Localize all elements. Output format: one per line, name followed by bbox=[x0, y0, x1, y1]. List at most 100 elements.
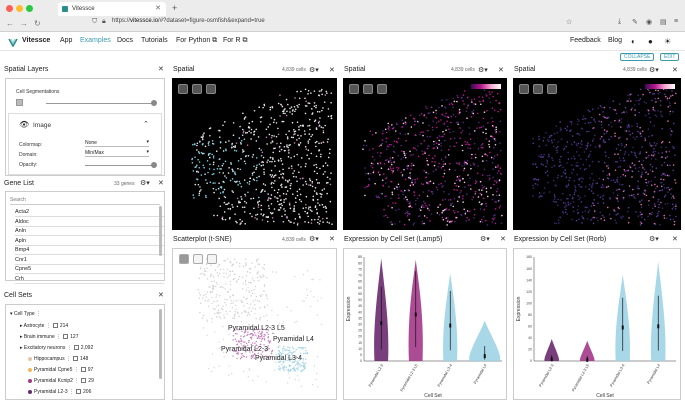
cell-set-checkbox[interactable] bbox=[81, 378, 87, 384]
scrollbar[interactable] bbox=[159, 206, 162, 256]
library-icon[interactable]: ▤ bbox=[660, 18, 667, 26]
cell-set-item[interactable]: ▸ Excitatory neurons ⋮ 2,092 bbox=[20, 345, 93, 351]
nav-docs[interactable]: Docs bbox=[117, 37, 133, 44]
dark-mode-icon[interactable]: ◐ bbox=[631, 37, 636, 46]
nav-for-r[interactable]: For R ⧉ bbox=[223, 37, 247, 45]
more-options-icon[interactable]: ⋮ bbox=[44, 323, 51, 329]
close-icon[interactable]: ✕ bbox=[498, 66, 504, 74]
close-icon[interactable]: ✕ bbox=[158, 291, 164, 299]
navigation-tool-icon[interactable] bbox=[179, 254, 189, 264]
tab-close-icon[interactable]: ✕ bbox=[155, 2, 161, 16]
gene-list-item[interactable]: Acta2 bbox=[15, 209, 164, 217]
gear-icon[interactable]: ⚙▾ bbox=[140, 179, 150, 187]
spatial-view-1[interactable] bbox=[172, 78, 337, 230]
close-icon[interactable]: ✕ bbox=[158, 65, 164, 73]
new-tab-button[interactable]: + bbox=[172, 3, 177, 13]
rectangle-select-icon[interactable] bbox=[547, 84, 557, 94]
download-icon[interactable]: ⤓ bbox=[618, 18, 621, 26]
scrollbar[interactable] bbox=[159, 309, 162, 379]
domain-select[interactable]: Min/Max ▾ bbox=[85, 149, 149, 157]
spatial-view-2[interactable] bbox=[343, 78, 507, 230]
cell-set-item[interactable]: Pyramidal L2-3 ⋮ 206 bbox=[28, 389, 91, 395]
slider-handle[interactable] bbox=[151, 162, 157, 168]
close-icon[interactable]: ✕ bbox=[329, 235, 335, 243]
navigation-tool-icon[interactable] bbox=[349, 84, 359, 94]
more-options-icon[interactable]: ⋮ bbox=[72, 367, 79, 373]
cell-set-item[interactable]: Hippocampus ⋮ 148 bbox=[28, 356, 88, 362]
close-window-button[interactable] bbox=[6, 5, 13, 12]
spatial-view-3[interactable] bbox=[513, 78, 681, 230]
lasso-tool-icon[interactable] bbox=[192, 84, 202, 94]
close-icon[interactable]: ✕ bbox=[672, 66, 678, 74]
gear-icon[interactable]: ⚙▾ bbox=[309, 66, 319, 74]
more-options-icon[interactable]: ⋮ bbox=[73, 378, 79, 384]
close-icon[interactable]: ✕ bbox=[158, 179, 164, 187]
nav-for-python[interactable]: For Python ⧉ bbox=[176, 37, 217, 45]
cell-set-item[interactable]: ▸ Astrocyte ⋮ 214 bbox=[20, 323, 68, 329]
github-icon[interactable]: ● bbox=[648, 37, 653, 46]
extensions-icon[interactable]: ✎ bbox=[632, 18, 638, 26]
browser-tab[interactable]: Vitessce ✕ bbox=[58, 2, 166, 16]
cell-set-checkbox[interactable] bbox=[80, 367, 86, 373]
gene-list-item[interactable]: Anln bbox=[15, 228, 164, 236]
cell-set-checkbox[interactable] bbox=[76, 389, 82, 395]
gear-icon[interactable]: ⚙▾ bbox=[480, 235, 490, 243]
cell-type-root[interactable]: ▾ Cell Type ⋮ bbox=[10, 311, 41, 317]
address-bar[interactable]: https://vitessce.io/#?dataset=figure-osm… bbox=[112, 18, 265, 24]
more-options-icon[interactable]: ⋮ bbox=[55, 334, 61, 340]
gene-list-item[interactable]: Apln bbox=[15, 238, 164, 246]
nav-feedback[interactable]: Feedback bbox=[570, 37, 601, 44]
lasso-tool-icon[interactable] bbox=[363, 84, 373, 94]
nav-tutorials[interactable]: Tutorials bbox=[141, 37, 168, 44]
more-options-icon[interactable]: ⋮ bbox=[65, 345, 72, 351]
gear-icon[interactable]: ⚙▾ bbox=[649, 235, 659, 243]
rectangle-select-icon[interactable] bbox=[377, 84, 387, 94]
segmentations-opacity-slider[interactable] bbox=[46, 103, 154, 104]
nav-app[interactable]: App bbox=[60, 37, 72, 44]
gene-list-item[interactable]: Cpne5 bbox=[15, 266, 164, 274]
gene-list-item[interactable]: Bmp4 bbox=[15, 247, 164, 255]
rectangle-select-icon[interactable] bbox=[207, 254, 217, 264]
gene-list-item[interactable]: Crh bbox=[15, 276, 164, 284]
more-options-icon[interactable]: ⋮ bbox=[65, 356, 71, 362]
gene-list-item[interactable]: Cnr1 bbox=[15, 257, 164, 265]
navigation-tool-icon[interactable] bbox=[178, 84, 188, 94]
cell-set-item[interactable]: Pyramidal Cpne5 ⋮ 97 bbox=[28, 367, 93, 373]
gear-icon[interactable]: ⚙▾ bbox=[478, 66, 488, 74]
nav-examples[interactable]: Examples bbox=[80, 37, 111, 44]
cell-set-checkbox[interactable] bbox=[63, 334, 69, 340]
close-icon[interactable]: ✕ bbox=[500, 235, 506, 243]
eye-icon[interactable]: 👁︎ bbox=[19, 120, 29, 129]
navigation-tool-icon[interactable] bbox=[519, 84, 529, 94]
segmentations-checkbox[interactable] bbox=[16, 99, 23, 106]
gear-icon[interactable]: ⚙▾ bbox=[309, 235, 319, 243]
cell-set-checkbox[interactable] bbox=[52, 323, 58, 329]
menu-icon[interactable]: ≡ bbox=[674, 18, 678, 25]
chevron-up-icon[interactable]: ⌃ bbox=[143, 120, 149, 128]
edit-button[interactable]: EDIT bbox=[660, 53, 680, 61]
cell-set-checkbox[interactable] bbox=[73, 345, 79, 351]
cell-set-item[interactable]: Pyramidal Kcnip2 ⋮ 29 bbox=[28, 378, 94, 384]
opacity-slider[interactable] bbox=[85, 165, 155, 166]
cell-set-checkbox[interactable] bbox=[72, 356, 78, 362]
gear-icon[interactable]: ⚙▾ bbox=[649, 66, 659, 74]
lasso-tool-icon[interactable] bbox=[533, 84, 543, 94]
back-arrow-icon[interactable]: ← bbox=[6, 19, 14, 28]
close-icon[interactable]: ✕ bbox=[672, 235, 678, 243]
minimize-window-button[interactable] bbox=[16, 5, 23, 12]
slider-handle[interactable] bbox=[151, 100, 157, 106]
reload-icon[interactable]: ↻ bbox=[34, 19, 41, 28]
collapse-button[interactable]: COLLAPSE bbox=[620, 53, 655, 61]
gene-search-input[interactable] bbox=[10, 195, 160, 205]
rectangle-select-icon[interactable] bbox=[206, 84, 216, 94]
close-icon[interactable]: ✕ bbox=[329, 66, 335, 74]
gene-list-item[interactable]: Aldoc bbox=[15, 219, 164, 227]
theme-sun-icon[interactable]: ☀ bbox=[664, 37, 671, 46]
lasso-tool-icon[interactable] bbox=[193, 254, 203, 264]
more-options-icon[interactable]: ⋮ bbox=[68, 389, 74, 395]
zoom-window-button[interactable] bbox=[26, 5, 33, 12]
scatterplot-view[interactable]: Pyramidal L2-3 L5 Pyramidal L4 Pyramidal… bbox=[172, 248, 337, 400]
bookmark-star-icon[interactable]: ☆ bbox=[566, 18, 572, 26]
brand-name[interactable]: Vitessce bbox=[22, 37, 50, 44]
forward-arrow-icon[interactable]: → bbox=[20, 19, 28, 28]
